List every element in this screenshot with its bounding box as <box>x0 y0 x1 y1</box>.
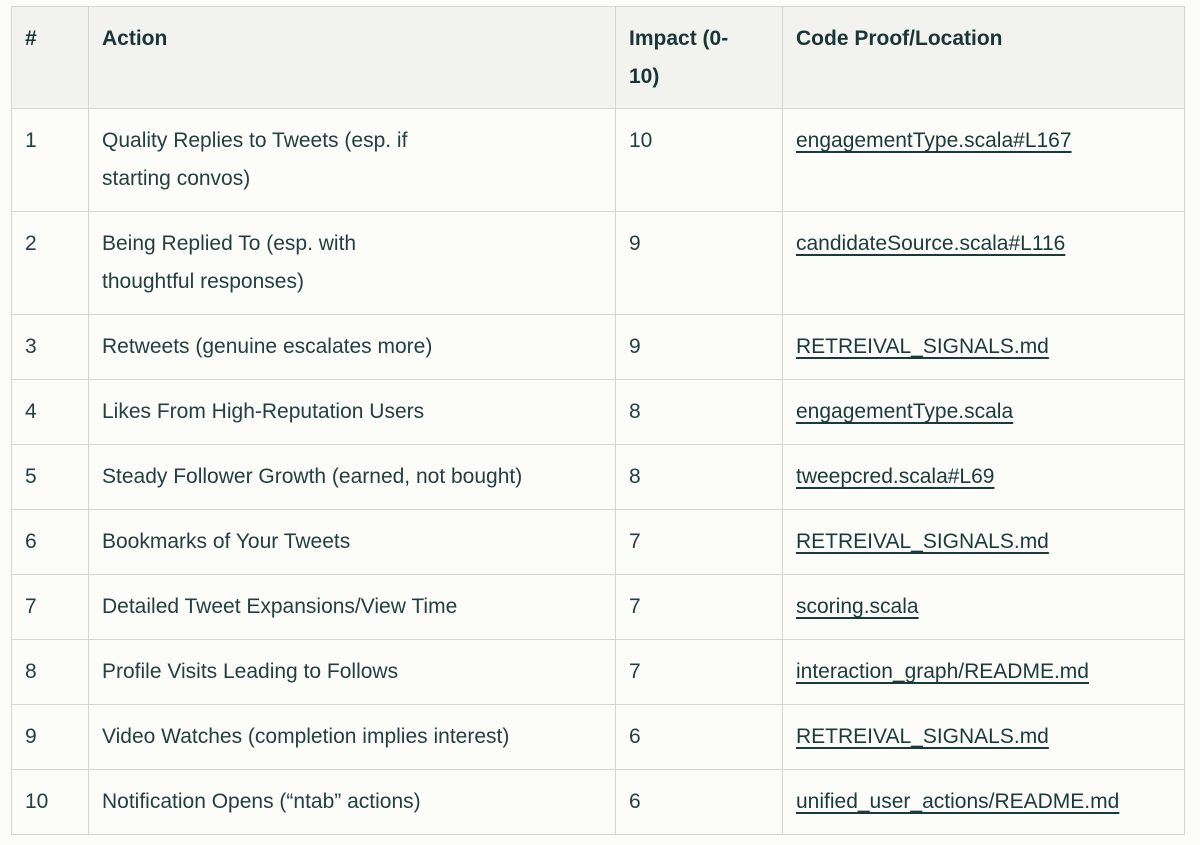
row-impact: 7 <box>615 509 783 575</box>
table-row: 5 Steady Follower Growth (earned, not bou… <box>11 444 1185 510</box>
table-row: 7 Detailed Tweet Expansions/View Time 7 sco… <box>11 574 1185 640</box>
table-row: 10 Notification Opens (“ntab” actions) 6 un… <box>11 769 1185 835</box>
code-proof-link[interactable]: RETREIVAL_SIGNALS.md <box>796 335 1049 358</box>
row-action-text: Quality Replies to Tweets (esp. if <box>102 129 408 152</box>
code-proof-link[interactable]: RETREIVAL_SIGNALS.md <box>796 725 1049 748</box>
code-proof-link[interactable]: interaction_graph/README.md <box>796 660 1089 683</box>
code-proof-link[interactable]: RETREIVAL_SIGNALS.md <box>796 530 1049 553</box>
row-code-proof: RETREIVAL_SIGNALS.md <box>782 314 1185 380</box>
row-action-text: Steady Follower Growth (earned, not boug… <box>102 465 523 488</box>
code-proof-link[interactable]: tweepcred.scala#L69 <box>796 465 994 488</box>
row-impact: 8 <box>615 379 783 445</box>
code-proof-link[interactable]: engagementType.scala <box>796 400 1013 423</box>
row-action-text: Detailed Tweet Expansions/View Time <box>102 595 458 618</box>
header-action: Action <box>88 6 616 109</box>
row-code-proof: RETREIVAL_SIGNALS.md <box>782 509 1185 575</box>
row-number: 5 <box>11 444 89 510</box>
row-code-proof: RETREIVAL_SIGNALS.md <box>782 704 1185 770</box>
row-impact: 10 <box>615 108 783 212</box>
table-row: 3 Retweets (genuine escalates more) 9 RETRE… <box>11 314 1185 380</box>
code-proof-link[interactable]: engagementType.scala#L167 <box>796 129 1072 152</box>
row-impact: 6 <box>615 704 783 770</box>
row-number: 3 <box>11 314 89 380</box>
row-action: Bookmarks of Your Tweets <box>88 509 616 575</box>
row-action-text: Video Watches (completion implies intere… <box>102 725 510 748</box>
code-proof-link[interactable]: unified_user_actions/README.md <box>796 790 1119 813</box>
row-number: 2 <box>11 211 89 315</box>
table-row: 4 Likes From High-Reputation Users 8 engage… <box>11 379 1185 445</box>
row-number: 8 <box>11 639 89 705</box>
table-row: 2 Being Replied To (esp. with thoughtful r… <box>11 211 1185 315</box>
table-row: 8 Profile Visits Leading to Follows 7 inter… <box>11 639 1185 705</box>
row-number: 6 <box>11 509 89 575</box>
row-code-proof: engagementType.scala#L167 <box>782 108 1185 212</box>
row-action-text: Bookmarks of Your Tweets <box>102 530 351 553</box>
table-header: # Action Impact (0- 10) Code Proof/Locati… <box>11 6 1185 109</box>
code-proof-link[interactable]: candidateSource.scala#L116 <box>796 232 1065 255</box>
row-code-proof: tweepcred.scala#L69 <box>782 444 1185 510</box>
row-impact: 9 <box>615 211 783 315</box>
row-action-text: Likes From High-Reputation Users <box>102 400 425 423</box>
table-container: # Action Impact (0- 10) Code Proof/Locati… <box>11 6 1185 835</box>
row-action: Being Replied To (esp. with thoughtful re… <box>88 211 616 315</box>
row-action-text: Being Replied To (esp. with <box>102 232 357 255</box>
actions-table: # Action Impact (0- 10) Code Proof/Locati… <box>11 6 1185 835</box>
row-action: Detailed Tweet Expansions/View Time <box>88 574 616 640</box>
row-code-proof: unified_user_actions/README.md <box>782 769 1185 835</box>
header-impact-line1: Impact (0- <box>629 27 729 50</box>
header-number: # <box>11 6 89 109</box>
table-row: 6 Bookmarks of Your Tweets 7 RETREIVAL_SIGN… <box>11 509 1185 575</box>
row-code-proof: candidateSource.scala#L116 <box>782 211 1185 315</box>
header-code-proof: Code Proof/Location <box>782 6 1185 109</box>
row-action-text: Retweets (genuine escalates more) <box>102 335 433 358</box>
row-number: 1 <box>11 108 89 212</box>
row-code-proof: scoring.scala <box>782 574 1185 640</box>
header-row: # Action Impact (0- 10) Code Proof/Locati… <box>11 6 1185 109</box>
table-row: 1 Quality Replies to Tweets (esp. if start… <box>11 108 1185 212</box>
row-action: Video Watches (completion implies intere… <box>88 704 616 770</box>
row-action-text: Profile Visits Leading to Follows <box>102 660 399 683</box>
row-action: Likes From High-Reputation Users <box>88 379 616 445</box>
header-impact: Impact (0- 10) <box>615 6 783 109</box>
row-action-text: Notification Opens (“ntab” actions) <box>102 790 421 813</box>
row-action: Notification Opens (“ntab” actions) <box>88 769 616 835</box>
row-impact: 7 <box>615 574 783 640</box>
row-number: 7 <box>11 574 89 640</box>
row-action: Profile Visits Leading to Follows <box>88 639 616 705</box>
row-number: 10 <box>11 769 89 835</box>
row-action: Retweets (genuine escalates more) <box>88 314 616 380</box>
table-row: 9 Video Watches (completion implies inter… <box>11 704 1185 770</box>
row-code-proof: engagementType.scala <box>782 379 1185 445</box>
code-proof-link[interactable]: scoring.scala <box>796 595 919 618</box>
row-action: Quality Replies to Tweets (esp. if starti… <box>88 108 616 212</box>
row-impact: 9 <box>615 314 783 380</box>
row-impact: 7 <box>615 639 783 705</box>
row-action-text-line2: thoughtful responses) <box>102 270 304 293</box>
row-number: 4 <box>11 379 89 445</box>
row-impact: 6 <box>615 769 783 835</box>
row-number: 9 <box>11 704 89 770</box>
row-action-text-line2: starting convos) <box>102 167 251 190</box>
header-impact-line2: 10) <box>629 65 660 88</box>
row-impact: 8 <box>615 444 783 510</box>
table-body: 1 Quality Replies to Tweets (esp. if start… <box>11 108 1185 835</box>
row-action: Steady Follower Growth (earned, not boug… <box>88 444 616 510</box>
row-code-proof: interaction_graph/README.md <box>782 639 1185 705</box>
